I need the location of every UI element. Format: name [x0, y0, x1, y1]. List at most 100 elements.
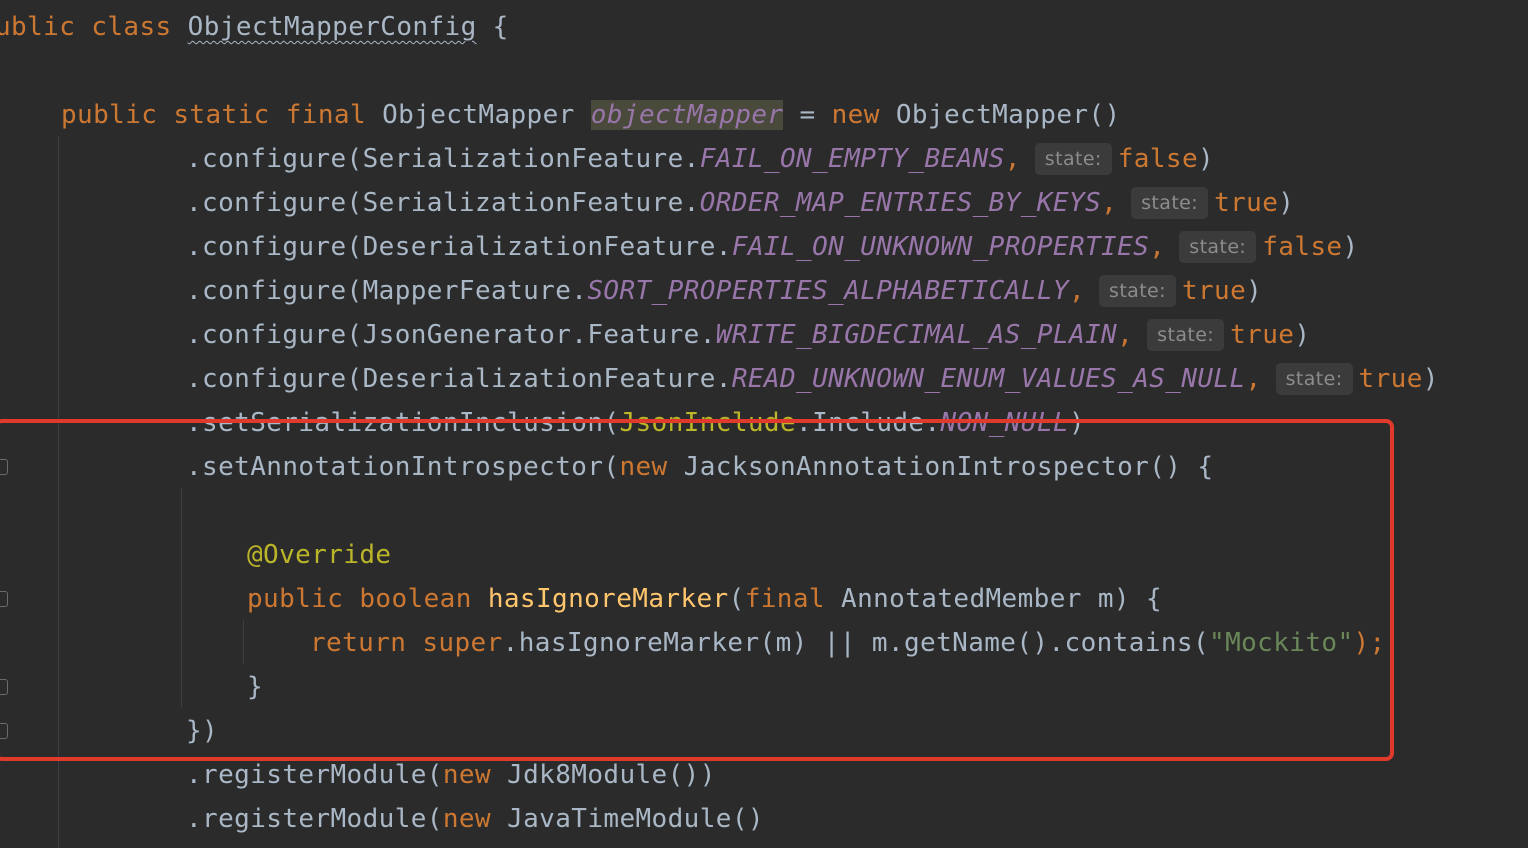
- code-token: new: [831, 100, 896, 130]
- code-token: .configure(SerializationFeature.: [186, 188, 700, 218]
- code-token: ,: [1117, 320, 1134, 350]
- code-token: .registerModule(: [186, 760, 443, 790]
- code-token: ): [1342, 232, 1359, 262]
- code-token: public: [247, 584, 360, 614]
- param-hint: state:: [1275, 363, 1353, 395]
- code-token: ,: [1004, 144, 1021, 174]
- code-token: ,: [1068, 276, 1086, 306]
- code-line[interactable]: .setAnnotationIntrospector(new JacksonAn…: [186, 445, 1213, 489]
- code-token: .setAnnotationIntrospector(: [186, 452, 620, 482]
- code-token: ,: [1245, 364, 1262, 394]
- code-token: {: [476, 12, 509, 42]
- code-line[interactable]: }: [247, 665, 263, 709]
- code-token: true: [1181, 276, 1247, 306]
- param-hint: state:: [1131, 187, 1209, 219]
- code-editor[interactable]: ublic class ObjectMapperConfig { public s…: [0, 0, 1528, 848]
- code-line[interactable]: }): [186, 709, 218, 753]
- param-hint: state:: [1099, 275, 1176, 307]
- code-line[interactable]: .configure(SerializationFeature.ORDER_MA…: [186, 181, 1294, 225]
- code-token: ): [1198, 144, 1215, 174]
- code-token: .configure(MapperFeature.: [186, 276, 588, 306]
- code-line[interactable]: .configure(JsonGenerator.Feature.WRITE_B…: [186, 313, 1310, 357]
- code-line[interactable]: public boolean hasIgnoreMarker(final Ann…: [247, 577, 1162, 621]
- code-token: "Mockito": [1209, 628, 1354, 658]
- code-line[interactable]: .configure(SerializationFeature.FAIL_ON_…: [186, 137, 1214, 181]
- code-token: READ_UNKNOWN_ENUM_VALUES_AS_NULL: [731, 364, 1246, 394]
- code-token: SORT_PROPERTIES_ALPHABETICALLY: [587, 276, 1069, 306]
- indent-guide: [181, 488, 182, 708]
- code-line[interactable]: @Override: [247, 533, 391, 577]
- code-token: return: [310, 628, 423, 658]
- code-token: new: [619, 452, 684, 482]
- code-token: ,: [1101, 188, 1118, 218]
- code-line[interactable]: .registerModule(new Jdk8Module()): [186, 753, 716, 797]
- code-token: super: [422, 628, 503, 658]
- code-token: ublic: [0, 12, 92, 42]
- code-token: final: [285, 100, 383, 130]
- fold-marker-icon[interactable]: [0, 459, 8, 475]
- code-token: ObjectMapper: [382, 100, 591, 130]
- code-token: JavaTimeModule(): [507, 804, 764, 834]
- code-token: .configure(DeserializationFeature.: [186, 232, 732, 262]
- fold-marker-icon[interactable]: [0, 723, 8, 739]
- code-token: }): [186, 716, 219, 746]
- code-token: FAIL_ON_UNKNOWN_PROPERTIES: [731, 232, 1150, 262]
- param-hint: state:: [1034, 143, 1112, 175]
- code-token: class: [91, 12, 188, 42]
- code-token: ,: [1149, 232, 1166, 262]
- param-hint: state:: [1147, 319, 1225, 351]
- code-token: ): [1422, 364, 1439, 394]
- code-token: boolean: [359, 584, 488, 614]
- indent-guide: [243, 620, 244, 664]
- code-token: NON_NULL: [940, 408, 1069, 438]
- code-token: .configure(SerializationFeature.: [186, 144, 700, 174]
- code-token: false: [1117, 144, 1199, 174]
- code-token: AnnotatedMember m) {: [841, 584, 1163, 614]
- code-line[interactable]: return super.hasIgnoreMarker(m) || m.get…: [310, 621, 1386, 665]
- code-token: hasIgnoreMarker: [487, 584, 729, 614]
- code-line[interactable]: public static final ObjectMapper objectM…: [61, 93, 1121, 137]
- code-token: final: [744, 584, 842, 614]
- code-token: ): [1068, 408, 1086, 438]
- code-token: true: [1358, 364, 1423, 394]
- code-token: .configure(JsonGenerator.Feature.: [186, 320, 716, 350]
- code-token: ObjectMapper(): [895, 100, 1121, 130]
- code-line[interactable]: ublic class ObjectMapperConfig {: [0, 5, 509, 49]
- code-token: ObjectMapperConfig: [187, 12, 477, 42]
- code-token: (: [728, 584, 745, 614]
- code-token: FAIL_ON_EMPTY_BEANS: [699, 144, 1005, 174]
- code-token: WRITE_BIGDECIMAL_AS_PLAIN: [715, 320, 1118, 350]
- code-token: true: [1214, 188, 1279, 218]
- code-token: }: [247, 672, 264, 702]
- code-token: Jdk8Module()): [507, 760, 716, 790]
- code-token: ): [1278, 188, 1295, 218]
- code-token: new: [442, 760, 508, 790]
- code-token: .configure(DeserializationFeature.: [186, 364, 732, 394]
- code-token: .registerModule(: [186, 804, 443, 834]
- code-token: );: [1353, 628, 1386, 658]
- code-token: JsonInclude: [619, 408, 797, 438]
- code-token: static: [173, 100, 286, 130]
- fold-marker-icon[interactable]: [0, 591, 8, 607]
- code-token: .hasIgnoreMarker(m) || m.getName().conta…: [502, 628, 1210, 658]
- code-token: public: [61, 100, 174, 130]
- code-token: ): [1294, 320, 1311, 350]
- code-token: ): [1246, 276, 1263, 306]
- code-token: new: [442, 804, 508, 834]
- code-token: JacksonAnnotationIntrospector() {: [683, 452, 1214, 482]
- fold-marker-icon[interactable]: [0, 679, 8, 695]
- code-line[interactable]: .setSerializationInclusion(JsonInclude.I…: [186, 401, 1085, 445]
- code-line[interactable]: .configure(DeserializationFeature.READ_U…: [186, 357, 1439, 401]
- code-token: .setSerializationInclusion(: [186, 408, 620, 438]
- param-hint: state:: [1179, 231, 1257, 263]
- code-line[interactable]: .registerModule(new JavaTimeModule(): [186, 797, 764, 841]
- code-token: true: [1230, 320, 1295, 350]
- code-token: ORDER_MAP_ENTRIES_BY_KEYS: [699, 188, 1102, 218]
- code-token: @Override: [247, 540, 392, 570]
- code-line[interactable]: .configure(DeserializationFeature.FAIL_O…: [186, 225, 1359, 269]
- code-token: false: [1262, 232, 1343, 262]
- code-token: .Include.: [796, 408, 941, 438]
- code-token: =: [783, 100, 832, 130]
- code-token: objectMapper: [590, 100, 784, 130]
- code-line[interactable]: .configure(MapperFeature.SORT_PROPERTIES…: [186, 269, 1262, 313]
